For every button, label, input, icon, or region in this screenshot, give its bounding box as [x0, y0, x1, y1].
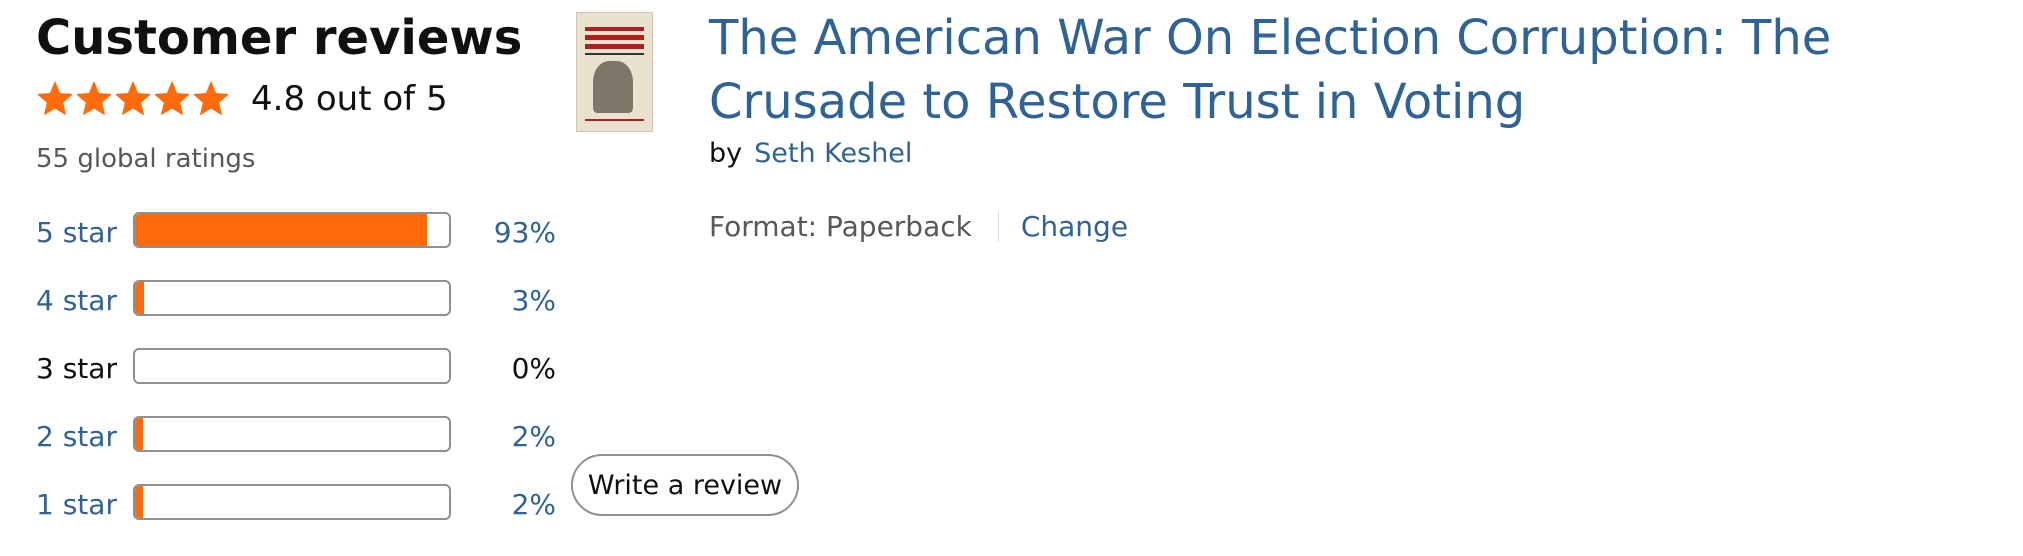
write-review-button[interactable]: Write a review — [571, 454, 799, 516]
histogram-star-label[interactable]: 4 star — [36, 284, 117, 317]
histogram-percent: 0% — [511, 352, 556, 385]
author-link[interactable]: Seth Keshel — [754, 138, 912, 169]
histogram-row[interactable]: 5 star 93% — [36, 212, 556, 254]
histogram-percent[interactable]: 2% — [512, 420, 556, 453]
by-label: by — [709, 138, 743, 169]
format-label: Format: Paperback — [709, 210, 972, 243]
histogram-percent[interactable]: 2% — [512, 488, 556, 521]
histogram-row[interactable]: 4 star 3% — [36, 280, 556, 322]
global-ratings-count: 55 global ratings — [36, 144, 256, 174]
histogram-star-label: 3 star — [36, 352, 117, 385]
change-format-link[interactable]: Change — [1021, 210, 1128, 243]
histogram-bar[interactable] — [133, 416, 451, 452]
format-row: Format: Paperback Change — [709, 210, 1128, 243]
histogram-bar-fill — [135, 282, 145, 314]
histogram-star-label[interactable]: 5 star — [36, 216, 117, 249]
histogram-bar-fill — [135, 418, 143, 450]
product-title-link[interactable]: The American War On Election Corruption:… — [709, 6, 2009, 134]
histogram-percent[interactable]: 3% — [512, 284, 556, 317]
histogram-bar[interactable] — [133, 280, 451, 316]
histogram-percent[interactable]: 93% — [494, 216, 556, 249]
star-rating-icons — [36, 80, 231, 118]
star-icon — [154, 81, 190, 115]
star-icon — [76, 81, 112, 115]
histogram-star-label[interactable]: 2 star — [36, 420, 117, 453]
histogram-bar-fill — [135, 486, 143, 518]
book-cover-image[interactable] — [576, 12, 653, 132]
histogram-row[interactable]: 2 star 2% — [36, 416, 556, 458]
star-icon — [193, 81, 229, 115]
average-rating-row[interactable]: 4.8 out of 5 — [36, 76, 448, 122]
star-icon — [115, 81, 151, 115]
average-rating-text: 4.8 out of 5 — [251, 79, 448, 119]
histogram-bar — [133, 348, 451, 384]
histogram-row[interactable]: 1 star 2% — [36, 484, 556, 526]
histogram-bar[interactable] — [133, 212, 451, 248]
histogram-bar[interactable] — [133, 484, 451, 520]
star-icon — [37, 81, 73, 115]
histogram-row: 3 star 0% — [36, 348, 556, 390]
byline: by Seth Keshel — [709, 138, 912, 169]
reviews-heading: Customer reviews — [36, 10, 523, 66]
format-divider — [997, 211, 999, 242]
histogram-star-label[interactable]: 1 star — [36, 488, 117, 521]
histogram-bar-fill — [135, 214, 428, 246]
